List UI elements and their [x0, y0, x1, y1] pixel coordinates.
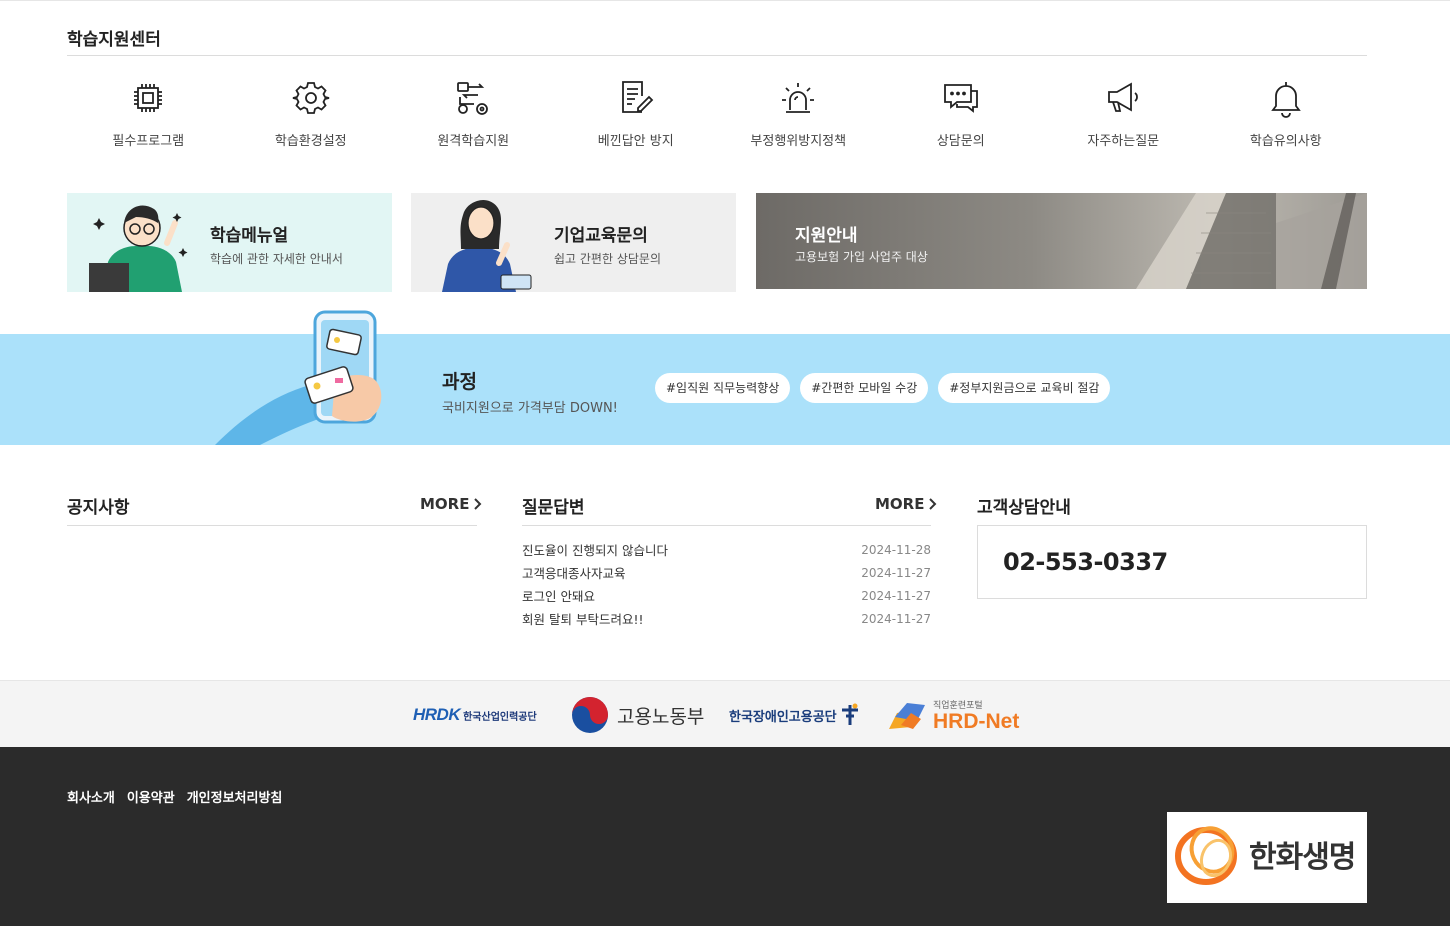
hrdk-mark: HRDK	[413, 705, 461, 724]
quick-menu: 필수프로그램 학습환경설정 원격학습지원 베낀답안 방지 부정행위방지정책 상담…	[67, 78, 1367, 149]
footer: 회사소개 이용약관 개인정보처리방침 한화생명	[0, 747, 1450, 926]
footer-links: 회사소개 이용약관 개인정보처리방침	[67, 787, 282, 806]
hrd-net-logo[interactable]: 직업훈련포털 HRD-Net	[887, 695, 1019, 735]
bell-icon	[1270, 82, 1301, 118]
quick-label: 부정행위방지정책	[750, 134, 847, 149]
quick-label: 학습유의사항	[1249, 134, 1322, 149]
qa-list: 진도율이 진행되지 않습니다 2024-11-28 고객응대종사자교육 2024…	[522, 538, 931, 630]
hrdk-name: 한국산업인력공단	[463, 711, 537, 723]
card-subtitle: 쉽고 간편한 상담문의	[554, 252, 661, 266]
quick-remote-support[interactable]: 원격학습지원	[392, 78, 555, 149]
banner-title: 과정	[442, 371, 477, 393]
kead-symbol-icon	[841, 703, 858, 725]
phone-hand-illustration	[215, 310, 382, 445]
hanwha-logo-text: 한화생명	[1249, 840, 1356, 875]
qa-row-title: 고객응대종사자교육	[522, 566, 626, 581]
quick-faq[interactable]: 자주하는질문	[1042, 78, 1205, 149]
inquiry-person-illustration	[442, 199, 532, 292]
chevron-right-icon	[474, 498, 482, 510]
more-label: MORE	[420, 495, 470, 513]
support-guide-card[interactable]: 지원안내 고용보험 가입 사업주 대상	[756, 193, 1367, 289]
partner-logos-bar: HRDK 한국산업인력공단 고용노동부 한국장애인고용공단 직업훈련포털 HRD…	[0, 680, 1450, 747]
qa-row-title: 진도율이 진행되지 않습니다	[522, 543, 668, 558]
alarm-light-icon	[782, 83, 815, 113]
chat-bubbles-icon	[943, 84, 978, 113]
gear-icon	[292, 82, 329, 114]
banner-subtitle: 국비지원으로 가격부담 DOWN!	[442, 401, 618, 416]
qa-row[interactable]: 진도율이 진행되지 않습니다 2024-11-28	[522, 538, 931, 561]
contact-box: 02-553-0337	[977, 525, 1367, 599]
learning-manual-card[interactable]: 학습메뉴얼 학습에 관한 자세한 안내서	[67, 193, 392, 292]
qa-row[interactable]: 고객응대종사자교육 2024-11-27	[522, 561, 931, 584]
quick-consultation[interactable]: 상담문의	[880, 78, 1043, 149]
hrd-net-symbol-icon	[889, 703, 925, 729]
footer-link-privacy[interactable]: 개인정보처리방침	[187, 787, 283, 806]
hrd-net-name: HRD-Net	[933, 709, 1020, 733]
card-title: 학습메뉴얼	[210, 226, 289, 246]
notice-more-link[interactable]: MORE	[420, 495, 482, 513]
contact-title: 고객상담안내	[977, 498, 1071, 518]
megaphone-icon	[1108, 82, 1139, 112]
quick-label: 학습환경설정	[274, 134, 347, 149]
document-pen-icon	[621, 81, 654, 113]
notice-divider	[67, 525, 477, 526]
cpu-icon	[134, 84, 163, 112]
quick-misconduct-policy[interactable]: 부정행위방지정책	[717, 78, 880, 149]
chevron-right-icon	[929, 498, 937, 510]
qa-divider	[522, 525, 931, 526]
quick-label: 자주하는질문	[1087, 134, 1160, 149]
quick-environment-settings[interactable]: 학습환경설정	[230, 78, 393, 149]
moel-logo[interactable]: 고용노동부	[571, 695, 704, 735]
card-subtitle: 고용보험 가입 사업주 대상	[795, 250, 928, 264]
quick-label: 필수프로그램	[112, 134, 185, 149]
hanwha-symbol-icon	[1175, 826, 1237, 885]
qa-row-date: 2024-11-27	[861, 565, 931, 580]
qa-row-date: 2024-11-27	[861, 588, 931, 603]
qa-title: 질문답변	[522, 498, 585, 518]
more-label: MORE	[875, 495, 925, 513]
kead-logo[interactable]: 한국장애인고용공단	[729, 695, 860, 735]
qa-row-title: 회원 탈퇴 부탁드려요!!	[522, 612, 644, 627]
card-title: 기업교육문의	[554, 226, 648, 246]
quick-learning-notes[interactable]: 학습유의사항	[1205, 78, 1368, 149]
qa-row[interactable]: 회원 탈퇴 부탁드려요!! 2024-11-27	[522, 607, 931, 630]
quick-required-programs[interactable]: 필수프로그램	[67, 78, 230, 149]
quick-plagiarism-prevention[interactable]: 베낀답안 방지	[555, 78, 718, 149]
qa-more-link[interactable]: MORE	[875, 495, 937, 513]
notice-title: 공지사항	[67, 498, 130, 518]
manual-person-illustration	[89, 205, 188, 292]
banner-tags: #임직원 직무능력향상 #간편한 모바일 수강 #정부지원금으로 교육비 절감	[655, 373, 1111, 403]
qa-row-date: 2024-11-27	[861, 611, 931, 626]
hrdk-logo[interactable]: HRDK 한국산업인력공단	[413, 695, 537, 735]
card-subtitle: 학습에 관한 자세한 안내서	[210, 252, 343, 266]
support-center-title: 학습지원센터	[67, 30, 161, 50]
quick-label: 베낀답안 방지	[597, 134, 674, 149]
support-center-divider	[67, 55, 1367, 56]
hanwha-life-logo: 한화생명	[1167, 812, 1367, 903]
moel-name: 고용노동부	[617, 705, 705, 728]
qa-row[interactable]: 로그인 안돼요 2024-11-27	[522, 584, 931, 607]
remote-connect-icon	[457, 82, 489, 115]
hrd-net-small-label: 직업훈련포털	[933, 700, 983, 711]
footer-link-company[interactable]: 회사소개	[67, 787, 115, 806]
kead-name: 한국장애인고용공단	[729, 709, 837, 725]
phone-number[interactable]: 02-553-0337	[1003, 548, 1168, 576]
top-divider	[0, 0, 1450, 1]
quick-label: 원격학습지원	[437, 134, 510, 149]
quick-label: 상담문의	[936, 134, 985, 149]
corporate-inquiry-card[interactable]: 기업교육문의 쉽고 간편한 상담문의	[411, 193, 736, 292]
qa-row-title: 로그인 안돼요	[522, 589, 595, 604]
tag-mobile-learning[interactable]: #간편한 모바일 수강	[800, 373, 929, 403]
taegeuk-icon	[572, 697, 608, 733]
hrd-net-text: 직업훈련포털 HRD-Net	[933, 698, 1019, 733]
card-title: 지원안내	[795, 226, 858, 246]
qa-row-date: 2024-11-28	[861, 542, 931, 557]
footer-link-terms[interactable]: 이용약관	[127, 787, 175, 806]
tag-job-skills[interactable]: #임직원 직무능력향상	[655, 373, 791, 403]
tag-government-subsidy[interactable]: #정부지원금으로 교육비 절감	[938, 373, 1111, 403]
